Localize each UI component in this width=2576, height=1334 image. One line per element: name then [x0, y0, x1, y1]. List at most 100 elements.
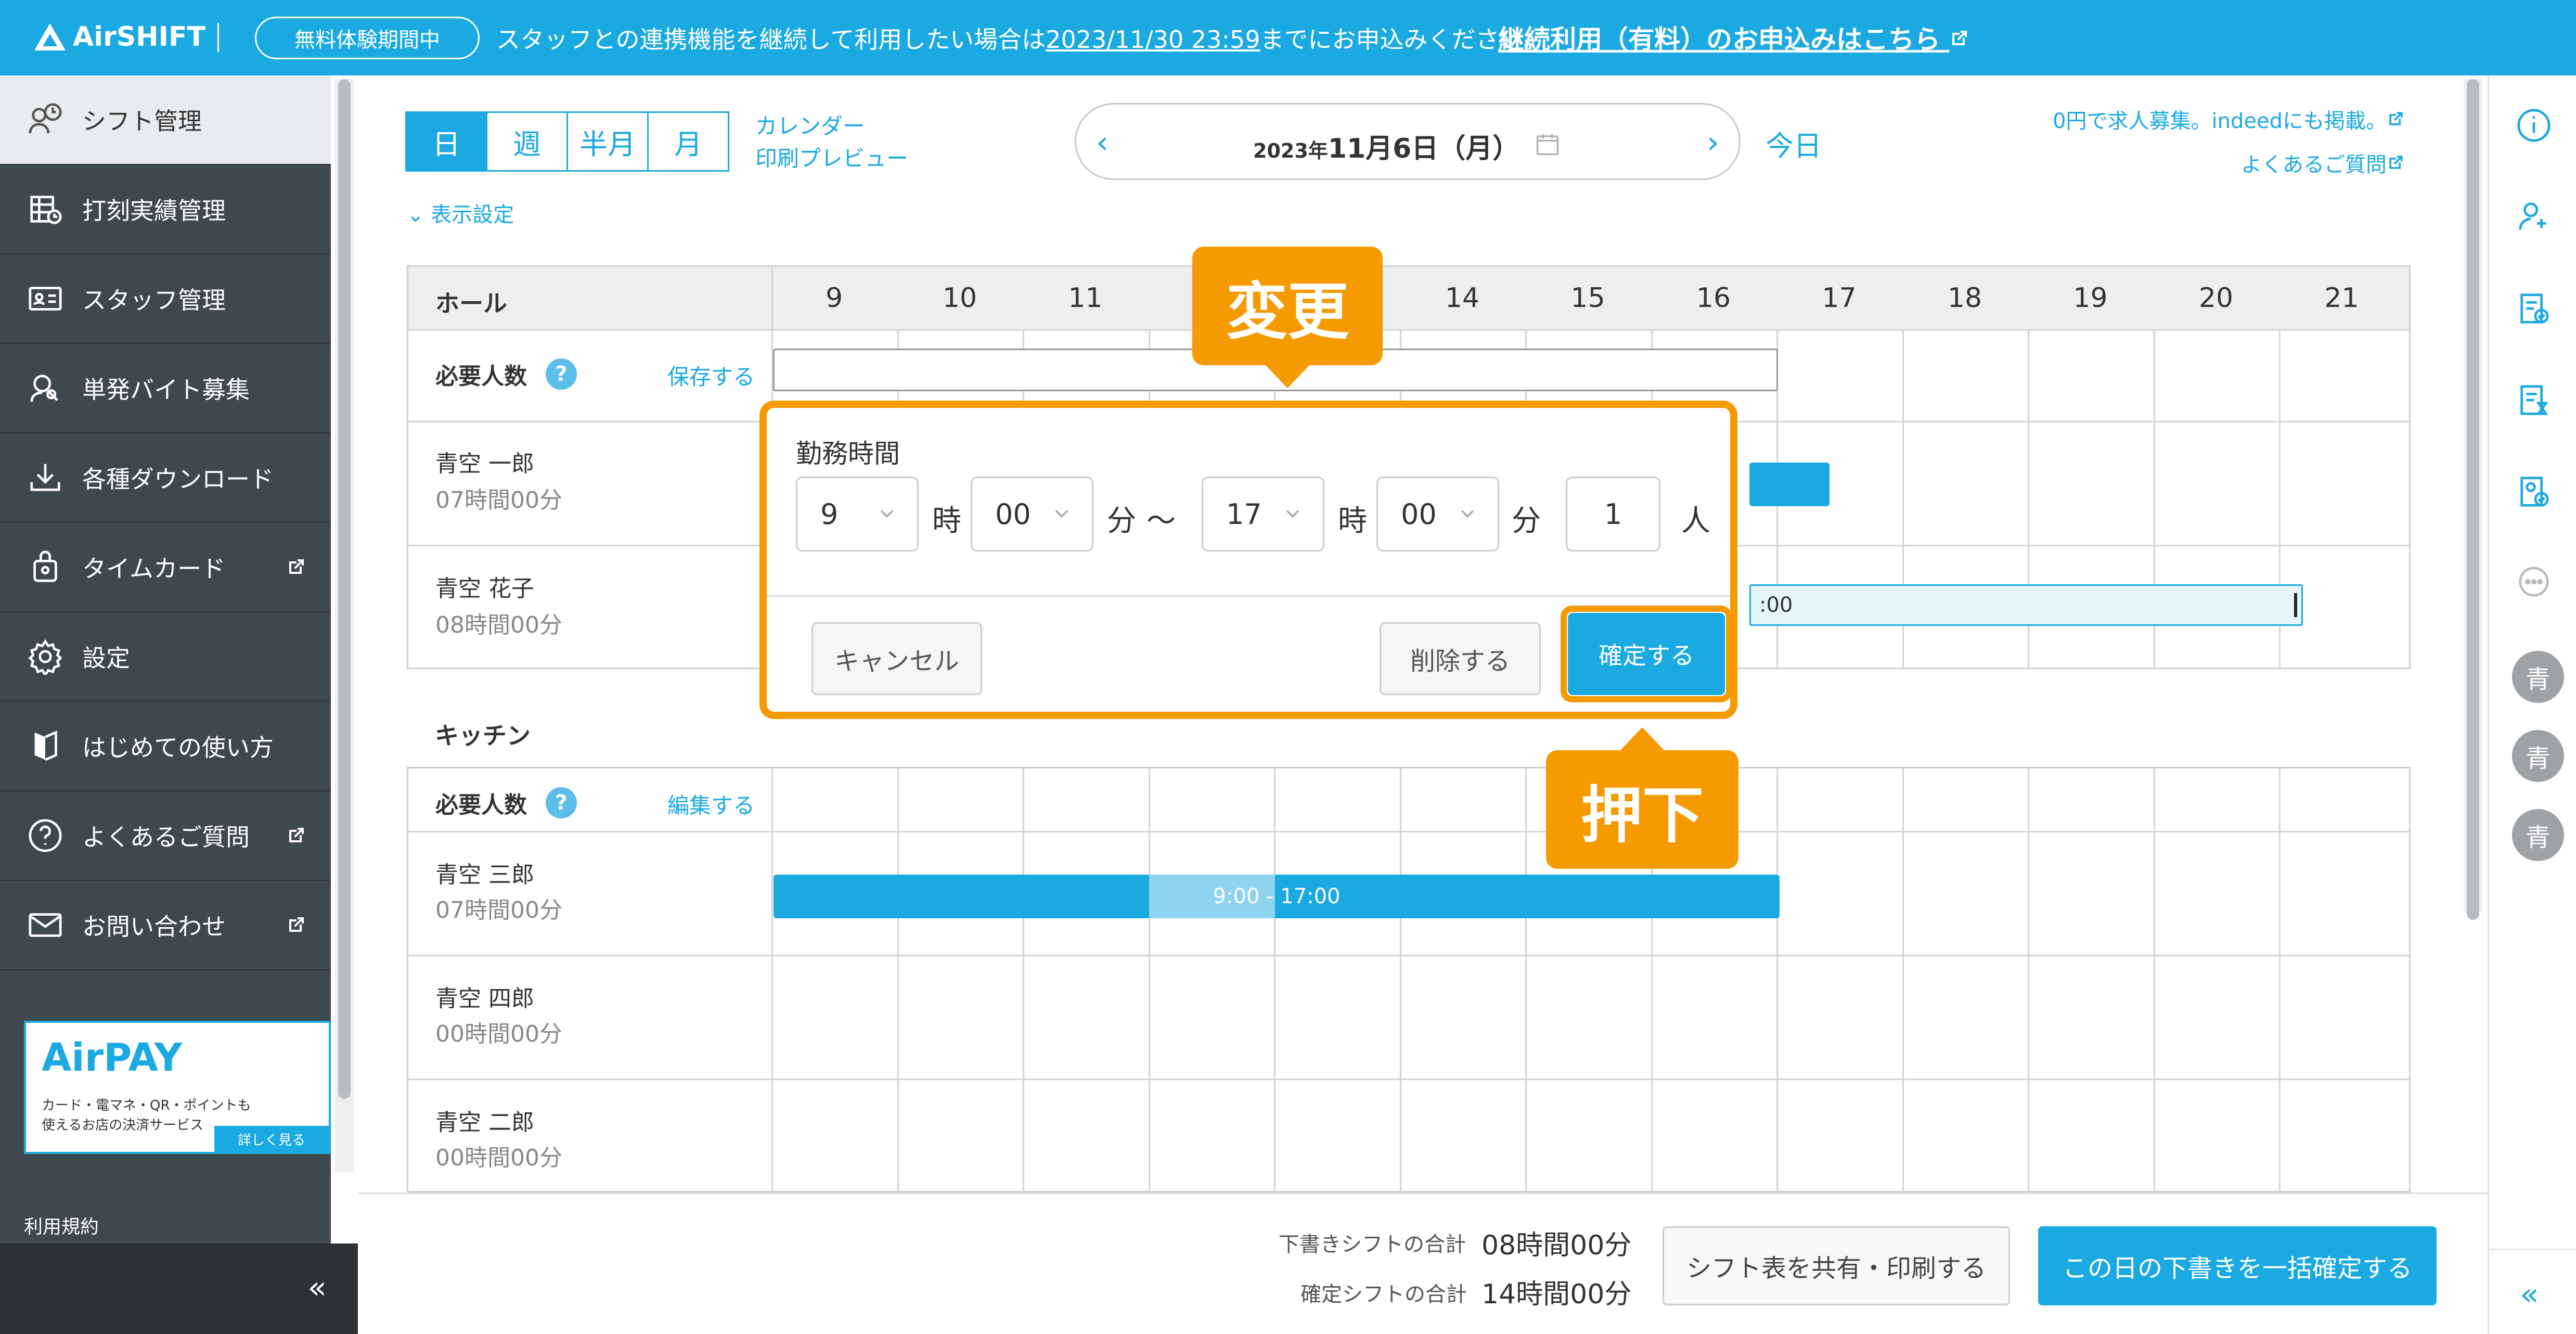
next-day-chevron-icon[interactable]: ›	[1707, 124, 1719, 161]
hour-label: 18	[1947, 283, 1982, 314]
hour-label: 20	[2198, 283, 2234, 314]
sidebar-item-label: タイムカード	[82, 555, 226, 583]
staff-card-icon	[27, 280, 63, 317]
download-icon	[27, 459, 63, 496]
current-day: 11月6日（月）	[1328, 133, 1520, 164]
cancel-button[interactable]: キャンセル	[812, 622, 982, 695]
help-icon[interactable]: ?	[546, 787, 577, 818]
today-button[interactable]: 今日	[1766, 123, 1822, 164]
delete-button[interactable]: 削除する	[1380, 622, 1541, 695]
view-switcher: 日 週 半月 月	[405, 111, 729, 172]
chevron-down-icon: ⌄	[407, 203, 431, 227]
checklist-icon[interactable]	[2513, 288, 2555, 329]
calendar-print-preview-link[interactable]: カレンダー 印刷プレビュー	[755, 110, 908, 175]
external-link-icon	[289, 917, 304, 932]
apply-link[interactable]: 継続利用（有料）のお申込みはこちら	[1498, 19, 1970, 56]
staff-name: 青空 二郎	[435, 1109, 534, 1136]
current-date: 2023年11月6日（月）	[1253, 126, 1519, 165]
select-value: 17	[1226, 497, 1262, 531]
sidebar-item-staff[interactable]: スタッフ管理	[0, 254, 331, 344]
sidebar-item-label: お問い合わせ	[82, 913, 226, 941]
minute-unit: 分	[1107, 504, 1136, 538]
sidebar-item-contact[interactable]: お問い合わせ	[0, 881, 331, 970]
hourglass-doc-icon[interactable]	[2513, 379, 2555, 421]
kitchen-edit-link[interactable]: 編集する	[667, 788, 755, 820]
staff-hours: 07時間00分	[435, 897, 562, 923]
people-unit: 人	[1681, 504, 1710, 538]
start-hour-select[interactable]: 9	[796, 477, 919, 551]
kitchen-required-label: 必要人数	[435, 792, 527, 818]
sidebar-item-download[interactable]: 各種ダウンロード	[0, 433, 331, 523]
add-user-icon[interactable]	[2513, 195, 2555, 237]
sidebar-scrollbar[interactable]	[335, 79, 354, 1172]
people-count-input[interactable]: 1	[1566, 477, 1660, 551]
external-link-icon	[1952, 31, 1967, 45]
staff-check-icon[interactable]	[2513, 471, 2555, 512]
guide-icon	[27, 728, 63, 764]
confirm-all-drafts-button[interactable]: この日の下書きを一括確定する	[2038, 1226, 2437, 1305]
end-minute-select[interactable]: 00	[1376, 477, 1499, 551]
current-year: 2023年	[1253, 139, 1328, 162]
main-scrollbar[interactable]	[2464, 79, 2482, 920]
calendar-icon[interactable]	[1534, 131, 1561, 158]
avatar[interactable]: 青	[2512, 730, 2564, 782]
avatar[interactable]: 青	[2512, 651, 2564, 703]
sidebar-item-timecard[interactable]: タイムカード	[0, 523, 331, 612]
view-day-button[interactable]: 日	[405, 111, 487, 172]
staff-hours: 07時間00分	[435, 487, 562, 514]
sidebar-item-faq[interactable]: よくあるご質問	[0, 791, 331, 881]
start-minute-select[interactable]: 00	[971, 477, 1093, 551]
share-print-button[interactable]: シフト表を共有・印刷する	[1663, 1226, 2010, 1305]
shift-bar-draft[interactable]: :00	[1749, 584, 2303, 626]
rail-collapse-button[interactable]: «	[2488, 1249, 2576, 1334]
display-settings-toggle[interactable]: ⌄ 表示設定	[407, 198, 514, 228]
chevron-down-icon	[1286, 510, 1299, 518]
shift-bar[interactable]	[1749, 463, 1830, 506]
help-icon[interactable]: ?	[546, 358, 577, 390]
sidebar-collapse-button[interactable]: «	[0, 1243, 358, 1334]
hall-save-link[interactable]: 保存する	[667, 360, 755, 391]
shift-bar-text: 9:00 - 17:00	[1213, 884, 1341, 908]
airpay-title: AirPAY	[42, 1035, 183, 1080]
chevron-down-icon	[1055, 510, 1068, 518]
scrollbar-thumb[interactable]	[2467, 79, 2479, 920]
sidebar-item-recruit[interactable]: 単発バイト募集	[0, 344, 331, 433]
chevron-down-icon	[1461, 510, 1474, 518]
staff-hours: 00時間00分	[435, 1145, 562, 1171]
scrollbar-thumb[interactable]	[338, 79, 351, 1099]
hour-unit: 時	[1338, 504, 1367, 538]
external-link-icon	[289, 828, 304, 842]
view-month-button[interactable]: 月	[647, 111, 729, 172]
info-icon[interactable]	[2513, 105, 2555, 146]
view-week-button[interactable]: 週	[486, 111, 568, 172]
row-divider	[408, 329, 2409, 331]
confirm-button[interactable]: 確定する	[1568, 613, 1725, 695]
sidebar-item-shift[interactable]: シフト管理	[0, 75, 331, 165]
faq-link[interactable]: よくあるご質問	[2241, 148, 2405, 178]
select-value: 00	[995, 497, 1031, 531]
view-halfmonth-button[interactable]: 半月	[566, 111, 649, 172]
chat-icon[interactable]	[2513, 562, 2555, 604]
terms-link[interactable]: 利用規約	[24, 1212, 99, 1239]
end-hour-select[interactable]: 17	[1202, 477, 1324, 551]
airpay-ad-banner[interactable]: AirPAY カード・電マネ・QR・ポイントも 使えるお店の決済サービス 詳しく…	[24, 1021, 331, 1154]
jobs-link-label: 0円で求人募集。indeedにも掲載。	[2053, 109, 2387, 133]
sidebar-item-clock-record[interactable]: 打刻実績管理	[0, 165, 331, 254]
airshift-logo[interactable]: AirSHIFT	[34, 19, 205, 55]
sidebar-item-label: はじめての使い方	[82, 734, 274, 762]
jobs-link[interactable]: 0円で求人募集。indeedにも掲載。	[2053, 104, 2405, 134]
question-icon	[27, 817, 63, 854]
confirmed-total-label: 確定シフトの合計	[1300, 1282, 1467, 1306]
gear-icon	[27, 638, 63, 675]
avatar[interactable]: 青	[2512, 809, 2564, 861]
sidebar-item-guide[interactable]: はじめての使い方	[0, 702, 331, 791]
prev-day-chevron-icon[interactable]: ‹	[1096, 124, 1109, 161]
airpay-line2: 使えるお店の決済サービス	[42, 1118, 204, 1133]
airpay-more-button[interactable]: 詳しく見る	[214, 1126, 329, 1152]
sidebar-item-settings[interactable]: 設定	[0, 612, 331, 702]
shift-bar[interactable]: 9:00 - 17:00	[774, 875, 1780, 918]
popup-divider	[767, 595, 1730, 597]
resize-handle[interactable]	[2294, 593, 2297, 617]
select-value: 00	[1401, 497, 1437, 531]
calendar-preview-line1: カレンダー	[755, 113, 865, 139]
